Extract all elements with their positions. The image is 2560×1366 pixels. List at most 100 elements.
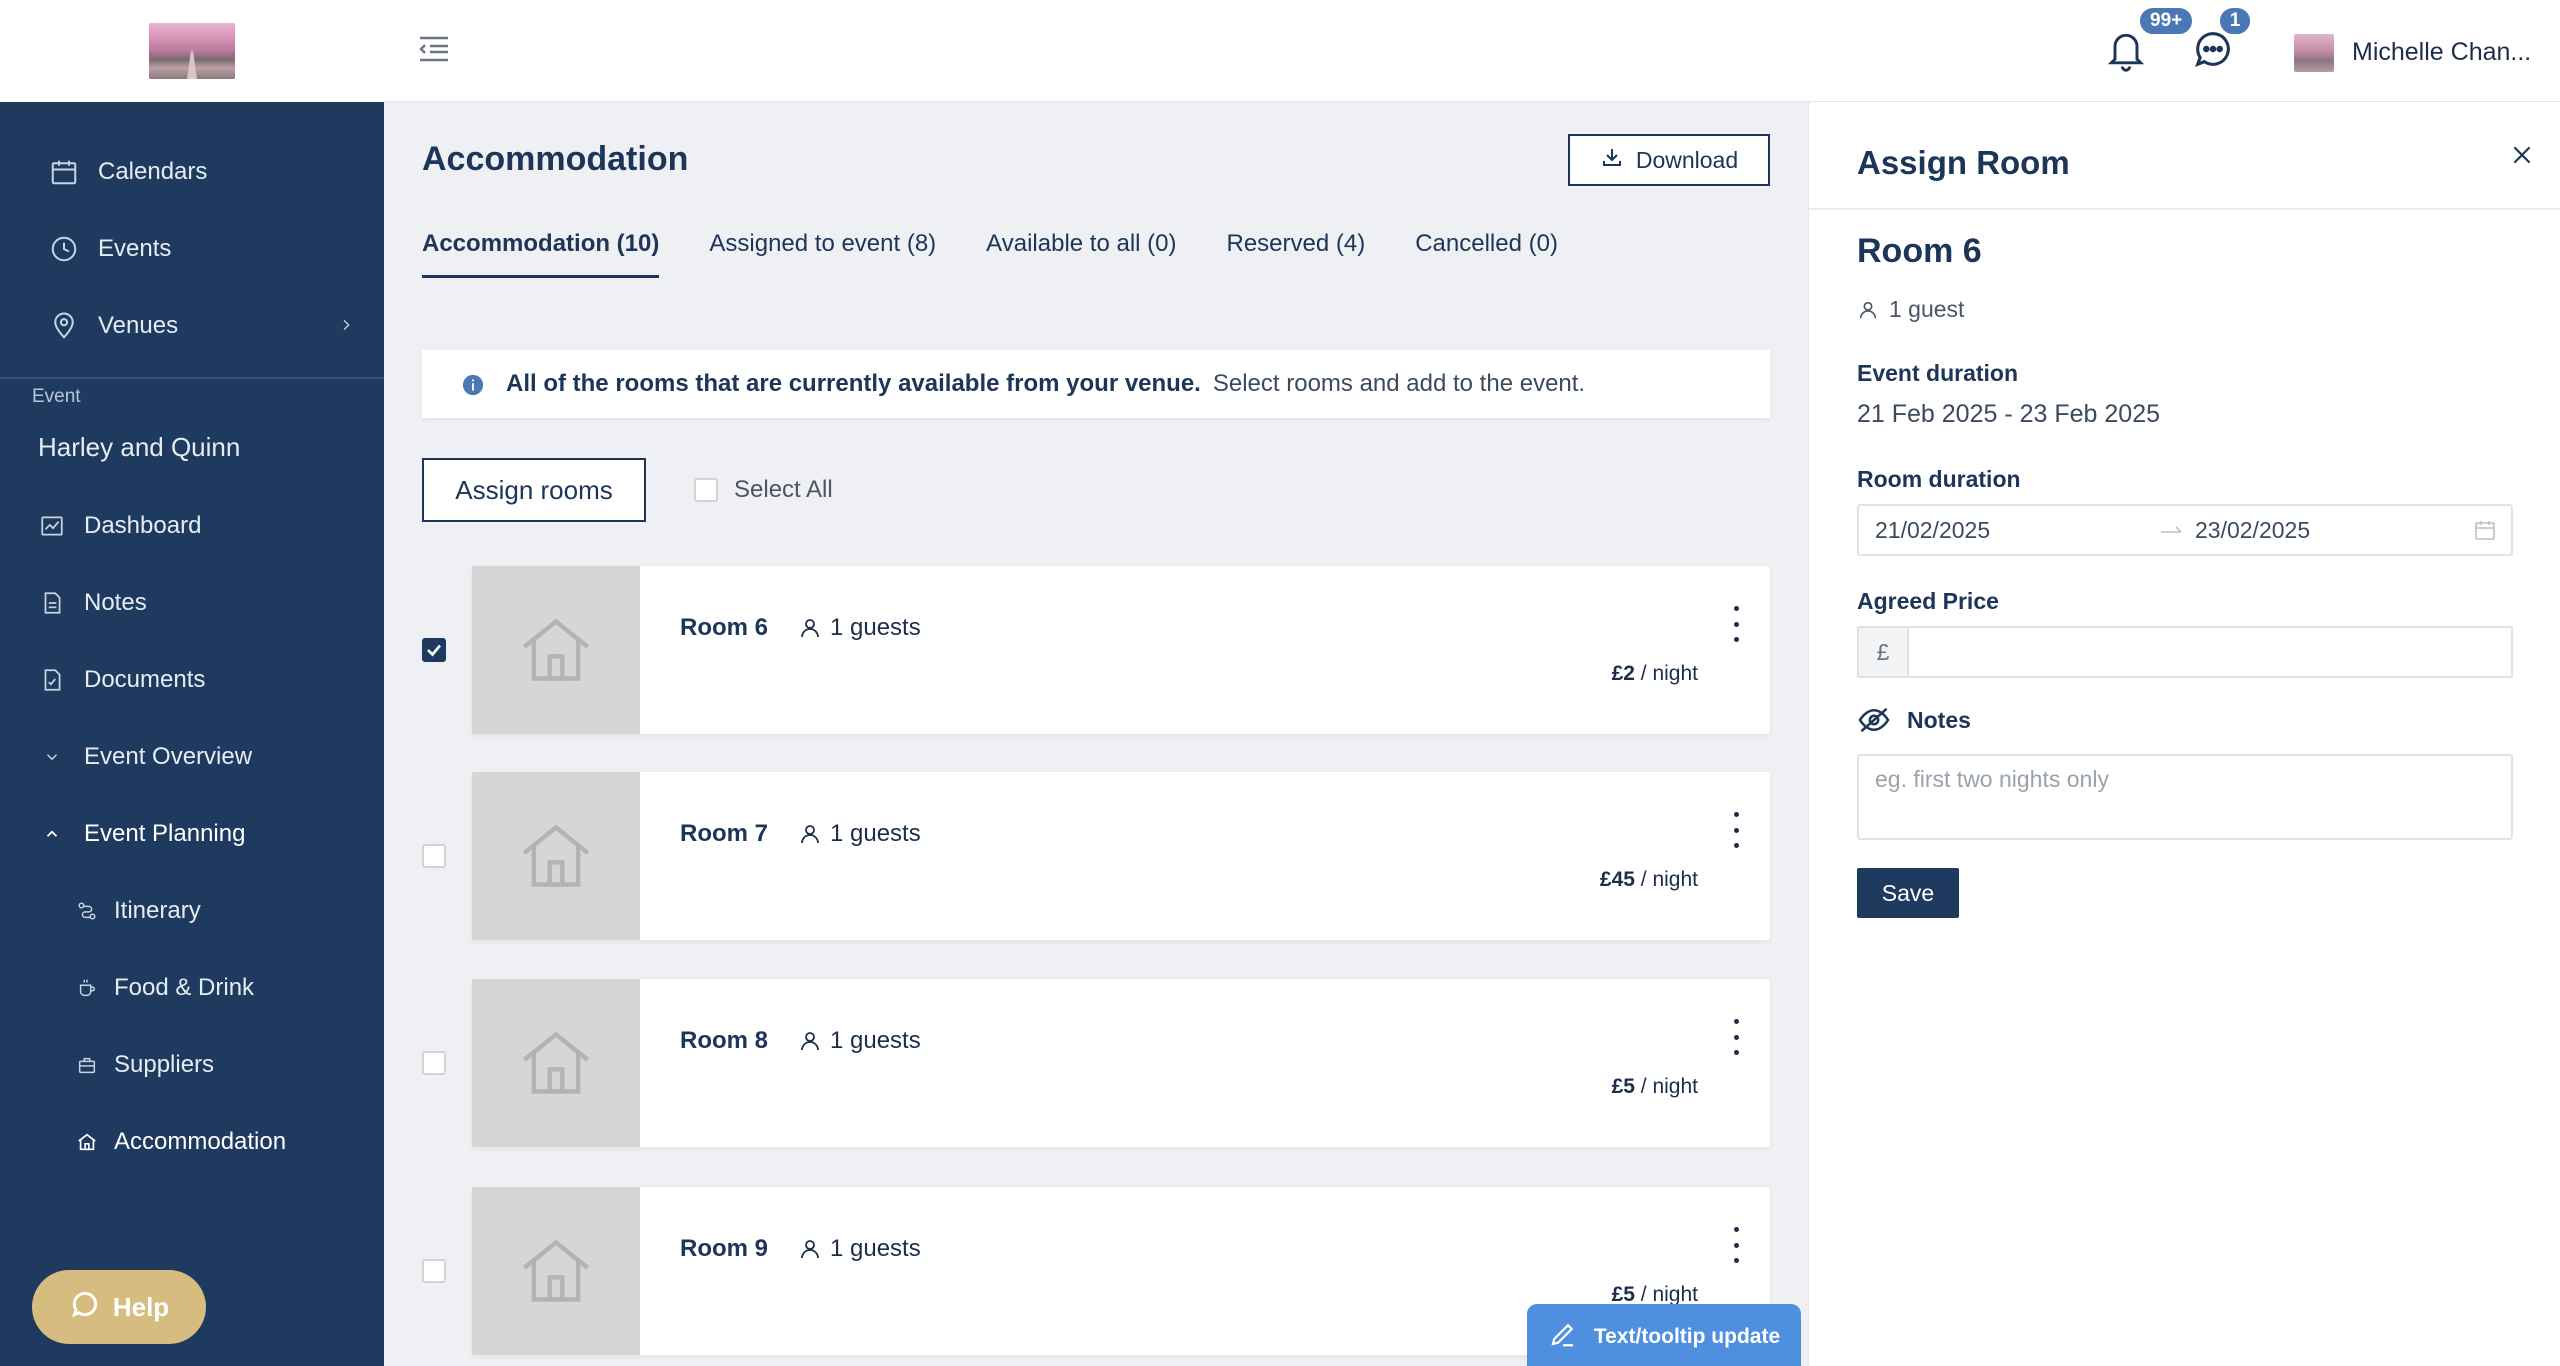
sidebar-item-food-drink[interactable]: Food & Drink	[0, 958, 384, 1018]
sidebar-item-notes[interactable]: Notes	[0, 573, 384, 633]
collapse-arrow-icon	[419, 44, 426, 54]
sidebar-item-venues[interactable]: Venues	[0, 296, 384, 356]
event-duration-label: Event duration	[1857, 360, 2019, 386]
top-header: 99+ 1 Michelle Chan...	[384, 0, 2560, 102]
room-price-unit: / night	[1640, 1283, 1698, 1306]
save-button[interactable]: Save	[1857, 868, 1959, 918]
agreed-price-input[interactable]	[1909, 626, 2513, 678]
sidebar-item-event-planning[interactable]: Event Planning	[0, 804, 384, 864]
room-thumbnail	[472, 979, 640, 1147]
room-card[interactable]: Room 8 1 guests £5 / night	[472, 979, 1770, 1147]
sidebar-item-event-overview[interactable]: Event Overview	[0, 727, 384, 787]
room-guests-text: 1 guests	[830, 1235, 921, 1262]
tab-accommodation[interactable]: Accommodation (10)	[422, 230, 660, 278]
currency-prefix: £	[1857, 626, 1909, 678]
room-price: £2 / night	[1612, 662, 1698, 686]
panel-divider	[1809, 208, 2560, 210]
person-icon	[801, 1240, 819, 1259]
selected-room-guests-text: 1 guest	[1889, 296, 1965, 322]
agreed-price-group: £	[1857, 626, 2513, 678]
main-content: Accommodation Download Accommodation (10…	[384, 102, 1808, 1366]
pencil-icon	[1548, 1319, 1578, 1355]
notifications-button[interactable]: 99+	[2104, 6, 2195, 79]
room-card[interactable]: Room 6 1 guests £2 / night	[472, 566, 1770, 734]
bell-icon	[2107, 33, 2145, 72]
sidebar-item-dashboard[interactable]: Dashboard	[0, 496, 384, 556]
room-guests-text: 1 guests	[830, 820, 921, 847]
room-guests: 1 guests	[798, 820, 921, 848]
select-all-checkbox[interactable]	[694, 478, 718, 502]
text-tooltip-update-button[interactable]: Text/tooltip update	[1527, 1304, 1801, 1366]
sidebar-item-events[interactable]: Events	[0, 219, 384, 279]
download-label: Download	[1635, 146, 1739, 173]
chevron-up-icon	[36, 818, 68, 850]
room-price-unit: / night	[1640, 662, 1698, 685]
collapse-menu-button[interactable]	[416, 32, 456, 68]
tab-reserved[interactable]: Reserved (4)	[1227, 230, 1366, 278]
sidebar-item-label: Calendars	[98, 158, 208, 185]
tab-cancelled[interactable]: Cancelled (0)	[1415, 230, 1558, 278]
event-name: Harley and Quinn	[38, 432, 241, 462]
select-all-label: Select All	[734, 476, 833, 503]
room-name: Room 9	[680, 1235, 769, 1262]
room-checkbox[interactable]	[422, 1051, 446, 1075]
more-options-icon[interactable]	[1726, 1019, 1746, 1055]
page-title: Accommodation	[422, 140, 689, 178]
sidebar-divider	[0, 377, 384, 379]
more-options-icon[interactable]	[1726, 812, 1746, 848]
user-name[interactable]: Michelle Chan...	[2352, 38, 2531, 67]
assign-room-panel: Assign Room Room 6 1 guest Event duratio…	[1808, 102, 2560, 1366]
logo-image	[149, 23, 235, 79]
messages-button[interactable]: 1	[2190, 6, 2252, 77]
avatar[interactable]	[2294, 34, 2334, 72]
room-start-date[interactable]: 21/02/2025	[1875, 517, 1990, 544]
sidebar-item-calendars[interactable]: Calendars	[0, 142, 384, 202]
sidebar-item-label: Venues	[98, 312, 179, 339]
document-icon	[36, 587, 68, 619]
sidebar-item-label: Food & Drink	[114, 974, 255, 1001]
sidebar-item-documents[interactable]: Documents	[0, 650, 384, 710]
close-icon[interactable]	[2509, 142, 2537, 170]
info-strong-text: All of the rooms that are currently avai…	[506, 370, 1201, 397]
home-icon	[74, 1129, 100, 1155]
room-price: £5 / night	[1612, 1075, 1698, 1099]
room-guests: 1 guests	[798, 614, 921, 642]
room-price-value: £2	[1611, 662, 1635, 685]
list-item: Room 7 1 guests £45 / night	[422, 772, 1770, 940]
room-duration-picker[interactable]: 21/02/2025 23/02/2025	[1857, 504, 2513, 556]
logo-area[interactable]	[0, 0, 384, 102]
clock-icon	[48, 233, 80, 265]
sidebar-item-accommodation[interactable]: Accommodation	[0, 1112, 384, 1172]
tab-assigned-to-event[interactable]: Assigned to event (8)	[709, 230, 936, 278]
sidebar-item-itinerary[interactable]: Itinerary	[0, 881, 384, 941]
room-card[interactable]: Room 7 1 guests £45 / night	[472, 772, 1770, 940]
room-price: £45 / night	[1600, 868, 1698, 892]
sidebar: Calendars Events Venues Event Harley and…	[0, 0, 384, 1366]
room-end-date[interactable]: 23/02/2025	[2195, 517, 2310, 544]
sidebar-item-label: Dashboard	[84, 512, 202, 539]
room-checkbox[interactable]	[422, 844, 446, 868]
more-options-icon[interactable]	[1726, 1227, 1746, 1263]
tab-available-to-all[interactable]: Available to all (0)	[986, 230, 1176, 278]
assign-rooms-button[interactable]: Assign rooms	[422, 458, 646, 522]
sidebar-item-suppliers[interactable]: Suppliers	[0, 1035, 384, 1095]
help-button[interactable]: Help	[32, 1270, 206, 1344]
sidebar-item-label: Documents	[84, 666, 206, 693]
tooltip-update-label: Text/tooltip update	[1593, 1325, 1781, 1348]
tab-bar: Accommodation (10) Assigned to event (8)…	[422, 230, 1558, 278]
more-options-icon[interactable]	[1726, 606, 1746, 642]
room-price-unit: / night	[1640, 1075, 1698, 1098]
list-item: Room 6 1 guests £2 / night	[422, 566, 1770, 734]
eye-off-icon	[1858, 707, 1890, 733]
event-caption: Event	[32, 386, 81, 407]
sidebar-item-label: Itinerary	[114, 897, 201, 924]
person-icon	[801, 1032, 819, 1051]
room-checkbox[interactable]	[422, 1259, 446, 1283]
notes-field[interactable]	[1857, 754, 2513, 840]
list-item: Room 8 1 guests £5 / night	[422, 979, 1770, 1147]
room-name: Room 8	[680, 1027, 769, 1054]
room-checkbox[interactable]	[422, 638, 446, 662]
download-button[interactable]: Download	[1568, 134, 1770, 186]
event-duration-value: 21 Feb 2025 - 23 Feb 2025	[1857, 400, 2161, 428]
select-all[interactable]: Select All	[694, 476, 833, 504]
